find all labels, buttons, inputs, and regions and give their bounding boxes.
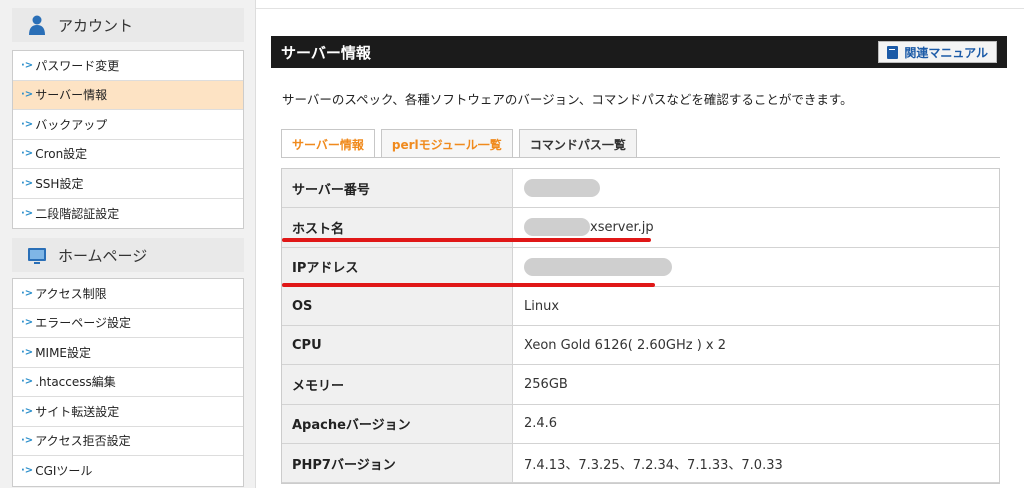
masked-value [524, 257, 672, 276]
table-row: メモリー 256GB [282, 365, 999, 405]
row-label: CPU [282, 326, 513, 365]
arrow-right-icon: ·> [21, 287, 34, 299]
row-value [513, 247, 999, 286]
row-label: Apacheバージョン [282, 404, 513, 444]
annotation-underline-hostname [282, 238, 651, 242]
sidebar-item-label: エラーページ設定 [35, 316, 131, 331]
row-value: 2.4.6 [513, 404, 999, 444]
hostname-suffix: xserver.jp [590, 219, 654, 235]
server-info-table: サーバー番号 ホスト名 xserver.jp IPアドレス OS Linux C… [281, 168, 1000, 485]
sidebar-item-cgi-tool[interactable]: ·> CGIツール [13, 456, 243, 486]
arrow-right-icon: ·> [21, 89, 34, 101]
table-row: CPU Xeon Gold 6126( 2.60GHz ) x 2 [282, 326, 999, 366]
arrow-right-icon: ·> [21, 317, 34, 329]
sidebar: アカウント ·> パスワード変更 ·> サーバー情報 ·> バックアップ ·> … [0, 0, 256, 488]
tab-divider [281, 157, 1000, 158]
sidebar-item-cron[interactable]: ·> Cron設定 [13, 140, 243, 169]
page-description: サーバーのスペック、各種ソフトウェアのバージョン、コマンドパスなどを確認すること… [282, 92, 853, 107]
tab-bar: サーバー情報 perlモジュール一覧 コマンドパス一覧 [281, 129, 643, 158]
row-label: サーバー番号 [282, 169, 513, 208]
table-row: サーバー番号 [282, 169, 999, 209]
sidebar-item-access-limit[interactable]: ·> アクセス制限 [13, 279, 243, 309]
masked-value [524, 179, 600, 198]
sidebar-item-label: .htaccess編集 [35, 375, 116, 390]
sidebar-item-label: アクセス制限 [35, 286, 107, 301]
sidebar-header-homepage: ホームページ [12, 238, 244, 272]
sidebar-item-server-info[interactable]: ·> サーバー情報 [13, 80, 243, 110]
sidebar-item-password[interactable]: ·> パスワード変更 [13, 51, 243, 81]
sidebar-item-label: サイト転送設定 [35, 404, 120, 419]
monitor-icon [26, 244, 48, 266]
page-title-bar: サーバー情報 関連マニュアル [271, 36, 1007, 68]
sidebar-item-error-page[interactable]: ·> エラーページ設定 [13, 309, 243, 338]
row-value: Linux [513, 286, 999, 326]
sidebar-header-label: アカウント [58, 16, 134, 35]
sidebar-item-site-redirect[interactable]: ·> サイト転送設定 [13, 397, 243, 427]
sidebar-homepage-list: ·> アクセス制限 ·> エラーページ設定 ·> MIME設定 ·> .htac… [12, 278, 244, 487]
row-label: PHP7バージョン [282, 444, 513, 483]
row-value: Xeon Gold 6126( 2.60GHz ) x 2 [513, 326, 999, 365]
annotation-underline-ip [282, 283, 655, 287]
sidebar-item-label: CGIツール [35, 464, 93, 479]
sidebar-account-list: ·> パスワード変更 ·> サーバー情報 ·> バックアップ ·> Cron設定… [12, 50, 244, 229]
arrow-right-icon: ·> [21, 177, 34, 189]
arrow-right-icon: ·> [21, 405, 34, 417]
sidebar-item-access-deny[interactable]: ·> アクセス拒否設定 [13, 427, 243, 456]
table-row: OS Linux [282, 286, 999, 327]
page-title: サーバー情報 [281, 43, 371, 62]
sidebar-item-backup[interactable]: ·> バックアップ [13, 110, 243, 140]
arrow-right-icon: ·> [21, 118, 34, 130]
row-label: IPアドレス [282, 247, 513, 286]
arrow-right-icon: ·> [21, 148, 34, 160]
row-value: 256GB [513, 365, 999, 404]
table-row: PHP7バージョン 7.4.13、7.3.25、7.2.34、7.1.33、7.… [282, 444, 999, 484]
sidebar-header-account: アカウント [12, 8, 244, 42]
arrow-right-icon: ·> [21, 59, 34, 71]
row-label: メモリー [282, 365, 513, 404]
arrow-right-icon: ·> [21, 435, 34, 447]
sidebar-item-label: アクセス拒否設定 [35, 434, 131, 449]
sidebar-item-htaccess[interactable]: ·> .htaccess編集 [13, 368, 243, 397]
sidebar-item-label: MIME設定 [35, 345, 92, 360]
sidebar-item-label: 二段階認証設定 [35, 206, 120, 221]
tab-command-paths[interactable]: コマンドパス一覧 [518, 129, 637, 158]
masked-value [524, 218, 590, 237]
related-manual-label: 関連マニュアル [904, 45, 988, 60]
sidebar-item-label: Cron設定 [35, 147, 88, 162]
sidebar-item-mime[interactable]: ·> MIME設定 [13, 338, 243, 368]
sidebar-item-label: サーバー情報 [35, 88, 108, 103]
arrow-right-icon: ·> [21, 207, 34, 219]
sidebar-item-label: バックアップ [35, 117, 108, 132]
arrow-right-icon: ·> [21, 346, 34, 358]
sidebar-header-label: ホームページ [58, 246, 148, 265]
row-label: OS [282, 286, 513, 326]
table-row: IPアドレス [282, 247, 999, 287]
tab-perl-modules[interactable]: perlモジュール一覧 [380, 129, 513, 158]
book-icon [887, 45, 899, 59]
table-row: Apacheバージョン 2.4.6 [282, 404, 999, 445]
arrow-right-icon: ·> [21, 376, 34, 388]
sidebar-item-label: パスワード変更 [35, 58, 120, 73]
row-value: 7.4.13、7.3.25、7.2.34、7.1.33、7.0.33 [513, 444, 999, 483]
user-icon [26, 14, 48, 36]
sidebar-item-two-factor[interactable]: ·> 二段階認証設定 [13, 199, 243, 229]
arrow-right-icon: ·> [21, 465, 34, 477]
related-manual-button[interactable]: 関連マニュアル [878, 41, 997, 63]
row-value [513, 169, 999, 208]
tab-server-info[interactable]: サーバー情報 [281, 129, 375, 158]
sidebar-item-ssh[interactable]: ·> SSH設定 [13, 169, 243, 199]
sidebar-item-label: SSH設定 [35, 176, 84, 191]
